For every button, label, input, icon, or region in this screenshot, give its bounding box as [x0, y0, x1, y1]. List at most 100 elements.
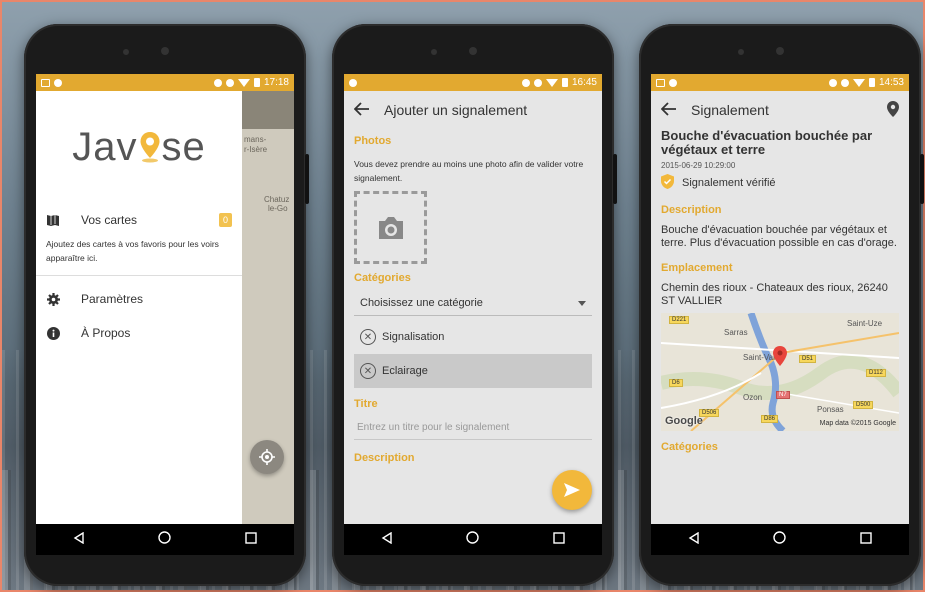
android-notification-icon — [669, 78, 677, 87]
map-label: r-Isère — [244, 145, 268, 154]
arrow-left-icon — [660, 101, 676, 116]
home-circle-icon — [773, 530, 787, 544]
road-badge: D6 — [669, 379, 683, 387]
battery-icon — [561, 78, 568, 87]
screen-add-report: 16:45 Ajouter un signalement Photos Vous… — [344, 74, 602, 555]
status-time: 16:45 — [571, 77, 597, 88]
map-place-label: Sarras — [724, 328, 748, 337]
road-badge: D86 — [761, 415, 779, 423]
map-place-label: Saint-Uze — [847, 319, 883, 328]
map-terrain — [661, 313, 899, 431]
location-section-title: Emplacement — [661, 262, 733, 274]
send-icon — [564, 483, 580, 497]
info-icon — [46, 326, 60, 340]
drawer-item-settings[interactable]: Paramètres — [36, 282, 242, 316]
send-button[interactable] — [552, 470, 592, 510]
category-chip-signalisation[interactable]: ✕ Signalisation — [354, 320, 592, 354]
drawer-item-maps[interactable]: Vos cartes 0 — [36, 203, 242, 237]
phone-2: 16:45 Ajouter un signalement Photos Vous… — [332, 24, 617, 586]
nav-recent-button[interactable] — [860, 531, 872, 549]
chip-label: Eclairage — [382, 365, 428, 377]
vibrate-icon — [521, 78, 530, 87]
phone-speaker — [738, 49, 744, 55]
report-description: Bouche d'évacuation bouchée par végétaux… — [661, 224, 897, 249]
remove-chip-icon[interactable]: ✕ — [360, 329, 376, 345]
map-toolbar — [242, 91, 294, 129]
status-bar: 14:53 — [651, 74, 909, 91]
description-section-title: Description — [661, 204, 722, 216]
vibrate-icon — [828, 78, 837, 87]
map-background[interactable]: mans- r-Isère Chatuz le-Go — [242, 91, 294, 524]
nav-home-button[interactable] — [773, 530, 787, 549]
maps-hint: Ajoutez des cartes à vos favoris pour le… — [46, 239, 219, 263]
nav-back-button[interactable] — [381, 531, 393, 549]
back-triangle-icon — [688, 531, 699, 544]
recent-square-icon — [860, 531, 872, 544]
location-pin-icon — [887, 100, 899, 117]
app-bar: Ajouter un signalement — [344, 91, 602, 129]
remove-chip-icon[interactable]: ✕ — [360, 363, 376, 379]
back-triangle-icon — [73, 531, 84, 544]
logo-text-right: se — [161, 124, 206, 169]
logo-pin-icon — [139, 128, 161, 163]
alarm-icon — [225, 78, 234, 87]
alarm-icon — [840, 78, 849, 87]
categories-section-title: Catégories — [661, 441, 718, 453]
verified-status: Signalement vérifié — [651, 170, 909, 196]
nav-back-button[interactable] — [688, 531, 700, 549]
android-nav-bar — [651, 524, 909, 555]
app-logo: Jav se — [36, 91, 242, 203]
phone-side-button — [613, 154, 617, 204]
nav-back-button[interactable] — [73, 531, 85, 549]
drawer-item-label: Paramètres — [81, 292, 144, 306]
gear-icon — [46, 292, 60, 306]
my-location-button[interactable] — [250, 440, 284, 474]
phone-camera — [776, 47, 784, 55]
drawer-item-about[interactable]: À Propos — [36, 316, 242, 350]
drawer-item-label: À Propos — [81, 326, 131, 340]
category-chip-eclairage[interactable]: ✕ Eclairage — [354, 354, 592, 388]
title-section-title: Titre — [354, 398, 378, 410]
phone-3: 14:53 Signalement Bouche d'évacuation bo… — [639, 24, 924, 586]
location-pin-button[interactable] — [887, 100, 899, 120]
category-select[interactable]: Choisissez une catégorie — [354, 290, 592, 316]
recent-square-icon — [553, 531, 565, 544]
status-time: 17:18 — [263, 77, 289, 88]
crosshair-icon — [259, 449, 275, 465]
add-photo-button[interactable] — [354, 191, 427, 264]
category-select-value: Choisissez une catégorie — [360, 296, 483, 309]
road-badge: D51 — [799, 355, 817, 363]
status-time: 14:53 — [878, 77, 904, 88]
photos-section-title: Photos — [354, 135, 392, 147]
nav-home-button[interactable] — [466, 530, 480, 549]
verified-label: Signalement vérifié — [682, 177, 776, 189]
nav-home-button[interactable] — [158, 530, 172, 549]
page-title: Signalement — [691, 102, 769, 118]
back-arrow-button[interactable] — [660, 101, 677, 119]
map-label: Chatuz — [264, 195, 290, 204]
screen-drawer: 17:18 mans- r-Isère Chatuz le-Go Jav se — [36, 74, 294, 555]
home-circle-icon — [466, 530, 480, 544]
chip-label: Signalisation — [382, 331, 445, 343]
nav-recent-button[interactable] — [553, 531, 565, 549]
vibrate-icon — [213, 78, 222, 87]
report-date: 2015-06-29 10:29:00 — [661, 161, 736, 170]
camera-icon — [378, 216, 403, 239]
location-map[interactable]: Sarras Saint-Uze Saint-Vallier Ozon Pons… — [661, 313, 899, 431]
photos-hint: Vous devez prendre au moins une photo af… — [354, 159, 584, 183]
maps-count-badge: 0 — [218, 213, 232, 227]
map-label: mans- — [244, 135, 267, 144]
back-triangle-icon — [381, 531, 392, 544]
road-badge: N7 — [776, 391, 790, 399]
back-arrow-button[interactable] — [353, 101, 370, 119]
map-place-label: Ozon — [743, 393, 763, 402]
nav-recent-button[interactable] — [245, 531, 257, 549]
wifi-icon — [545, 78, 558, 87]
description-section-title: Description — [354, 452, 415, 464]
title-input[interactable]: Entrez un titre pour le signalement — [354, 416, 592, 440]
status-bar: 17:18 — [36, 74, 294, 91]
arrow-left-icon — [353, 101, 369, 116]
report-address: Chemin des rioux - Chateaux des rioux, 2… — [661, 282, 888, 307]
map-attribution: Map data ©2015 Google — [819, 420, 896, 427]
phone-speaker — [431, 49, 437, 55]
